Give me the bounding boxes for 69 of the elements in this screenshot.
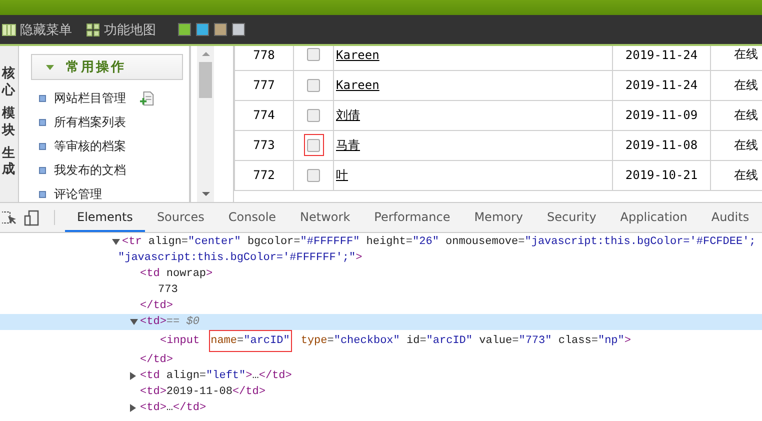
table-cell: 772 xyxy=(234,160,294,190)
table-cell: 在线 xyxy=(710,46,762,70)
table-cell: 2019-11-08 xyxy=(612,130,710,160)
menu-header[interactable]: 常用操作 xyxy=(31,54,183,80)
devtools-tab[interactable]: Security xyxy=(535,203,608,232)
side-tab[interactable]: 模块 xyxy=(2,106,15,140)
code-line: <td>2019-11-08</td> xyxy=(140,385,266,400)
table-cell: 778 xyxy=(234,46,294,70)
devtools-tab[interactable]: Sources xyxy=(144,203,216,232)
caret-icon[interactable] xyxy=(130,319,138,325)
title-link[interactable]: 刘倩 xyxy=(336,108,360,122)
table-cell: 2019-11-24 xyxy=(612,70,710,100)
code-text: type="checkbox" id="arcID" value="773" class="np"> xyxy=(300,334,632,349)
bullet-icon xyxy=(39,94,46,102)
scrollbar[interactable] xyxy=(197,46,214,202)
theme-swatch[interactable] xyxy=(196,23,209,36)
toolbar-button[interactable]: 功能地图 xyxy=(86,20,156,38)
devtools-tab[interactable]: Console xyxy=(216,203,288,232)
devtools-tab[interactable]: Audits xyxy=(699,203,762,232)
theme-swatch[interactable] xyxy=(232,23,245,36)
title-link[interactable]: Kareen xyxy=(336,78,380,92)
caret-icon[interactable] xyxy=(130,404,136,412)
theme-swatch[interactable] xyxy=(178,23,191,36)
theme-swatch[interactable] xyxy=(214,23,227,36)
bullet-icon xyxy=(39,190,46,198)
code-line: <tr align="center" bgcolor="#FFFFFF" height="26" onmousemove="javascript:this.bgColor='#FCFDEE'; xyxy=(122,235,756,250)
menu-item[interactable]: 等审核的档案 xyxy=(54,138,126,154)
code-line: </td> xyxy=(140,353,174,368)
table-cell: 2019-10-21 xyxy=(612,160,710,190)
device-icon[interactable] xyxy=(24,210,40,226)
caret-icon[interactable] xyxy=(130,372,136,380)
bullet-icon xyxy=(39,166,46,174)
devtools-tab[interactable]: Network xyxy=(288,203,362,232)
code-line: 773 xyxy=(158,283,178,298)
code-line: <td align="left">…</td> xyxy=(140,369,292,384)
devtools-tab[interactable]: Elements xyxy=(65,203,145,232)
code-text: <input xyxy=(159,334,201,349)
code-line: <td>…</td> xyxy=(140,401,206,416)
side-tab[interactable]: 生成 xyxy=(2,146,15,180)
table-cell: 773 xyxy=(234,130,294,160)
add-document-icon[interactable] xyxy=(140,90,155,106)
table-cell: 2019-11-09 xyxy=(612,100,710,130)
code-line: "javascript:this.bgColor='#FFFFFF';"> xyxy=(118,251,364,266)
menu-item[interactable]: 所有档案列表 xyxy=(54,114,126,130)
grid-icon xyxy=(86,22,100,36)
title-link[interactable]: 马青 xyxy=(336,138,360,152)
bullet-icon xyxy=(39,118,46,126)
inspect-icon[interactable] xyxy=(2,210,18,226)
code-text: name="arcID" xyxy=(208,330,292,352)
table-cell: 774 xyxy=(234,100,294,130)
caret-icon[interactable] xyxy=(112,239,120,245)
side-tab[interactable]: 核心 xyxy=(2,66,15,100)
toolbar-button[interactable]: 隐藏菜单 xyxy=(2,20,72,38)
code-line: <td nowrap> xyxy=(140,267,213,282)
checkbox[interactable] xyxy=(304,134,324,156)
columns-icon xyxy=(2,22,16,36)
devtools-tab[interactable]: Memory xyxy=(462,203,536,232)
devtools-tab[interactable]: Application xyxy=(608,203,700,232)
menu-item[interactable]: 评论管理 xyxy=(54,186,102,202)
devtools-tab[interactable]: Performance xyxy=(362,203,462,232)
title-link[interactable]: Kareen xyxy=(336,48,380,62)
title-link[interactable]: 叶 xyxy=(336,168,348,182)
table-cell: 777 xyxy=(234,70,294,100)
menu-item[interactable]: 我发布的文档 xyxy=(54,162,126,178)
menu-item[interactable]: 网站栏目管理 xyxy=(54,90,126,106)
code-line: <td>== $0 xyxy=(140,315,200,330)
bullet-icon xyxy=(39,142,46,150)
table-cell: 2019-11-24 xyxy=(612,46,710,70)
code-line: </td> xyxy=(140,299,174,314)
